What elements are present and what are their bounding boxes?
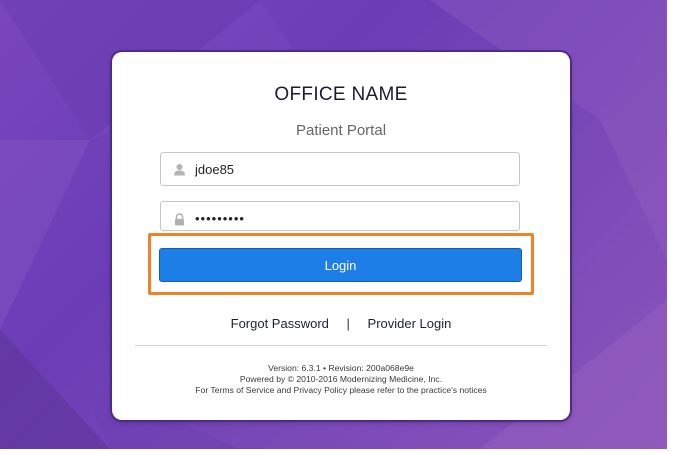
username-field[interactable] xyxy=(160,152,520,186)
provider-login-link[interactable]: Provider Login xyxy=(368,316,452,331)
login-button[interactable]: Login xyxy=(159,248,522,282)
version-text: Version: 6.3.1 • Revision: 200a068e9e xyxy=(268,363,414,373)
login-card: OFFICE NAME Patient Portal Login Forgot … xyxy=(112,52,570,420)
auth-links: Forgot Password | Provider Login xyxy=(112,316,570,331)
footer-info: Version: 6.3.1 • Revision: 200a068e9e Po… xyxy=(112,363,570,396)
footer-divider xyxy=(135,345,547,346)
portal-subtitle: Patient Portal xyxy=(295,122,387,139)
screenshot-frame: OFFICE NAME Patient Portal Login Forgot … xyxy=(0,0,673,455)
lock-icon xyxy=(175,213,184,226)
link-separator: | xyxy=(346,316,350,331)
user-icon xyxy=(174,164,185,176)
password-field[interactable] xyxy=(160,201,520,232)
password-input[interactable] xyxy=(195,204,513,232)
powered-by-text: Powered by © 2010-2016 Modernizing Medic… xyxy=(239,374,443,384)
terms-text: For Terms of Service and Privacy Policy … xyxy=(195,385,487,395)
office-name-title: OFFICE NAME xyxy=(274,84,408,105)
forgot-password-link[interactable]: Forgot Password xyxy=(231,316,329,331)
username-input[interactable] xyxy=(195,153,513,185)
